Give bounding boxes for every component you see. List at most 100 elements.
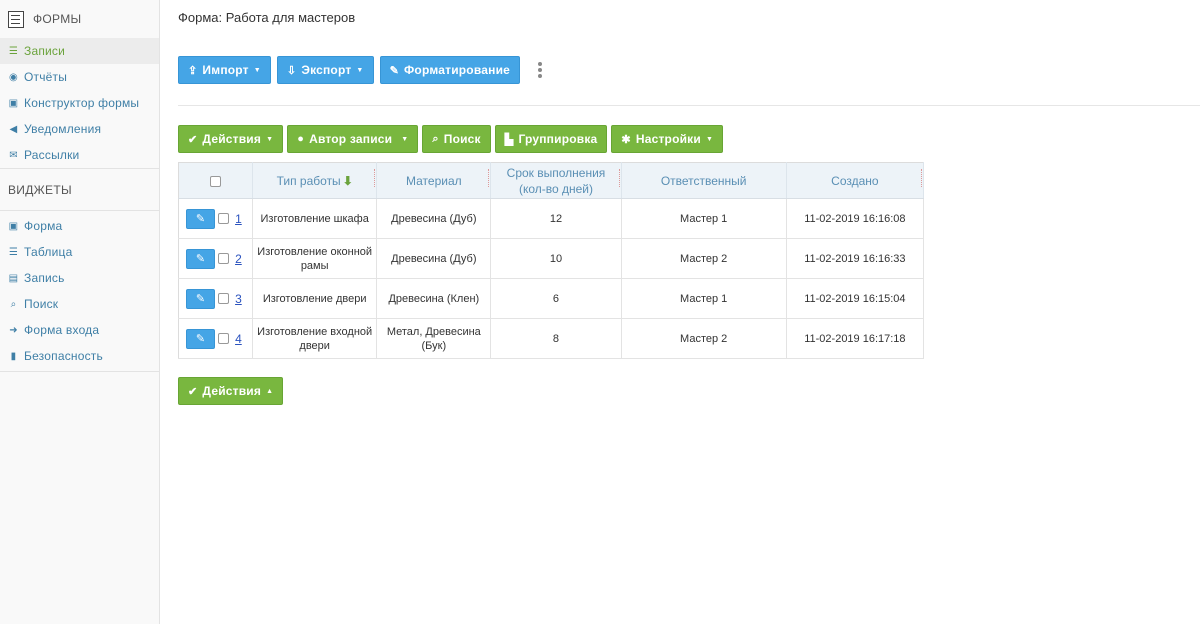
cell-material: Древесина (Дуб) [376, 238, 492, 279]
circle-arrow-icon: ◉ [9, 71, 18, 83]
table-header-row: Тип работы ⬇ Материал Срок выполнения (кол… [178, 162, 925, 199]
column-resize-handle[interactable] [921, 169, 924, 187]
column-header-responsible[interactable]: Ответственный [621, 162, 787, 199]
form-icon: ▣ [8, 220, 19, 232]
sort-down-icon: ⬇ [342, 173, 353, 188]
edit-icon[interactable]: ✎ [186, 288, 215, 309]
cell-created: 11-02-2019 16:16:08 [786, 198, 925, 239]
cell-type: Изготовление шкафа [252, 198, 378, 239]
sidebar-item-widget-search[interactable]: ⌕ Поиск [0, 291, 159, 317]
lock-icon: ▮ [10, 350, 17, 362]
settings-button[interactable]: ✱ Настройки ▼ [611, 125, 724, 153]
row-id-link[interactable]: 3 [235, 292, 242, 306]
row-id-link[interactable]: 1 [235, 212, 242, 226]
bottom-actions-button[interactable]: ✔ Действия ▲ [178, 377, 284, 405]
document-icon: ▤ [8, 272, 19, 284]
caret-up-icon: ▲ [266, 387, 274, 395]
cell-responsible: Мастер 1 [621, 278, 787, 319]
sidebar-item-widget-login[interactable]: ➜ Форма входа [0, 317, 159, 343]
row-controls: ✎ 3 [178, 278, 254, 319]
cell-responsible: Мастер 1 [621, 198, 787, 239]
search-button[interactable]: ⌕ Поиск [422, 125, 491, 153]
sign-in-icon: ➜ [9, 324, 18, 336]
row-checkbox[interactable] [218, 333, 230, 344]
column-header-created[interactable]: Создано [786, 162, 925, 199]
sidebar: ФОРМЫ ☰ Записи ◉ Отчёты ▣ Конструктор формы… [0, 0, 160, 624]
widgets-header: ВИДЖЕТЫ [8, 182, 72, 197]
sidebar-divider [0, 371, 159, 372]
grouping-button[interactable]: ▙ Группировка [494, 125, 608, 153]
table-row: ✎ 3 Изготовление двери Древесина (Клен) … [178, 278, 925, 319]
row-controls: ✎ 1 [178, 198, 254, 239]
cell-created: 11-02-2019 16:17:18 [786, 318, 925, 359]
bottom-actions: ✔ Действия ▲ [178, 377, 284, 405]
sidebar-item-records[interactable]: ☰ Записи [0, 38, 159, 64]
row-controls: ✎ 2 [178, 238, 254, 279]
sidebar-item-widget-form[interactable]: ▣ Форма [0, 213, 159, 239]
actions-button[interactable]: ✔ Действия ▼ [178, 125, 284, 153]
row-checkbox[interactable] [218, 293, 230, 304]
row-id-link[interactable]: 4 [235, 332, 242, 346]
cell-created: 11-02-2019 16:16:33 [786, 238, 925, 279]
cell-days: 6 [490, 278, 622, 319]
cell-responsible: Мастер 2 [621, 238, 787, 279]
format-button[interactable]: ✎ Форматирование [379, 56, 521, 84]
forms-icon [8, 10, 24, 28]
records-table: Тип работы ⬇ Материал Срок выполнения (кол… [178, 162, 925, 359]
list-icon: ☰ [8, 45, 19, 57]
more-options-icon[interactable] [536, 62, 544, 78]
cell-days: 8 [490, 318, 622, 359]
envelope-icon: ✉ [9, 149, 18, 161]
edit-icon[interactable]: ✎ [186, 328, 215, 349]
sidebar-header: ФОРМЫ [0, 0, 159, 38]
sidebar-item-widget-security[interactable]: ▮ Безопасность [0, 343, 159, 369]
page-title: Форма: Работа для мастеров [178, 10, 356, 25]
sidebar-item-form-builder[interactable]: ▣ Конструктор формы [0, 90, 159, 116]
edit-icon[interactable]: ✎ [186, 248, 215, 269]
author-filter-button[interactable]: ● Автор записи ▼ [287, 125, 419, 153]
sidebar-item-reports[interactable]: ◉ Отчёты [0, 64, 159, 90]
caret-down-icon: ▼ [266, 135, 274, 143]
caret-down-icon: ▼ [356, 66, 364, 74]
table-row: ✎ 2 Изготовление оконной рамы Древесина … [178, 238, 925, 279]
import-button[interactable]: ⇪ Импорт ▼ [178, 56, 271, 84]
column-header-type[interactable]: Тип работы ⬇ [252, 162, 378, 199]
sidebar-item-mailings[interactable]: ✉ Рассылки [0, 142, 159, 168]
grouping-icon: ▙ [504, 133, 514, 146]
cell-type: Изготовление оконной рамы [252, 238, 378, 279]
form-icon: ▣ [8, 97, 19, 109]
table-row: ✎ 4 Изготовление входной двери Метал, Др… [178, 318, 925, 359]
row-checkbox[interactable] [218, 213, 230, 224]
megaphone-icon: ◀ [9, 123, 18, 135]
row-id-link[interactable]: 2 [235, 252, 242, 266]
cell-days: 10 [490, 238, 622, 279]
sidebar-item-widget-record[interactable]: ▤ Запись [0, 265, 159, 291]
cell-created: 11-02-2019 16:15:04 [786, 278, 925, 319]
check-icon: ✔ [188, 133, 198, 146]
cell-responsible: Мастер 2 [621, 318, 787, 359]
table-row: ✎ 1 Изготовление шкафа Древесина (Дуб) 1… [178, 198, 925, 239]
select-all-checkbox[interactable] [210, 175, 222, 187]
sidebar-item-notifications[interactable]: ◀ Уведомления [0, 116, 159, 142]
download-icon: ⇩ [286, 64, 297, 77]
brush-icon: ✎ [389, 64, 399, 77]
column-header-deadline[interactable]: Срок выполнения (кол-во дней) [490, 162, 622, 199]
import-export-toolbar: ⇪ Импорт ▼ ⇩ Экспорт ▼ ✎ Форматирование [178, 56, 544, 84]
edit-icon[interactable]: ✎ [186, 208, 215, 229]
column-header-material[interactable]: Материал [376, 162, 492, 199]
upload-icon: ⇪ [188, 64, 198, 77]
search-icon: ⌕ [432, 132, 439, 145]
list-icon: ☰ [8, 246, 19, 258]
records-toolbar: ✔ Действия ▼ ● Автор записи ▼ ⌕ Поиск ▙ Группи… [178, 125, 724, 153]
row-checkbox[interactable] [218, 253, 230, 264]
user-icon: ● [297, 133, 305, 145]
export-button[interactable]: ⇩ Экспорт ▼ [276, 56, 374, 84]
sidebar-header-label: ФОРМЫ [33, 12, 82, 26]
check-icon: ✔ [188, 385, 198, 398]
divider [178, 105, 1200, 106]
cell-material: Древесина (Дуб) [376, 198, 492, 239]
sidebar-item-widget-table[interactable]: ☰ Таблица [0, 239, 159, 265]
cell-type: Изготовление двери [252, 278, 378, 319]
row-controls: ✎ 4 [178, 318, 254, 359]
caret-down-icon: ▼ [401, 135, 409, 143]
